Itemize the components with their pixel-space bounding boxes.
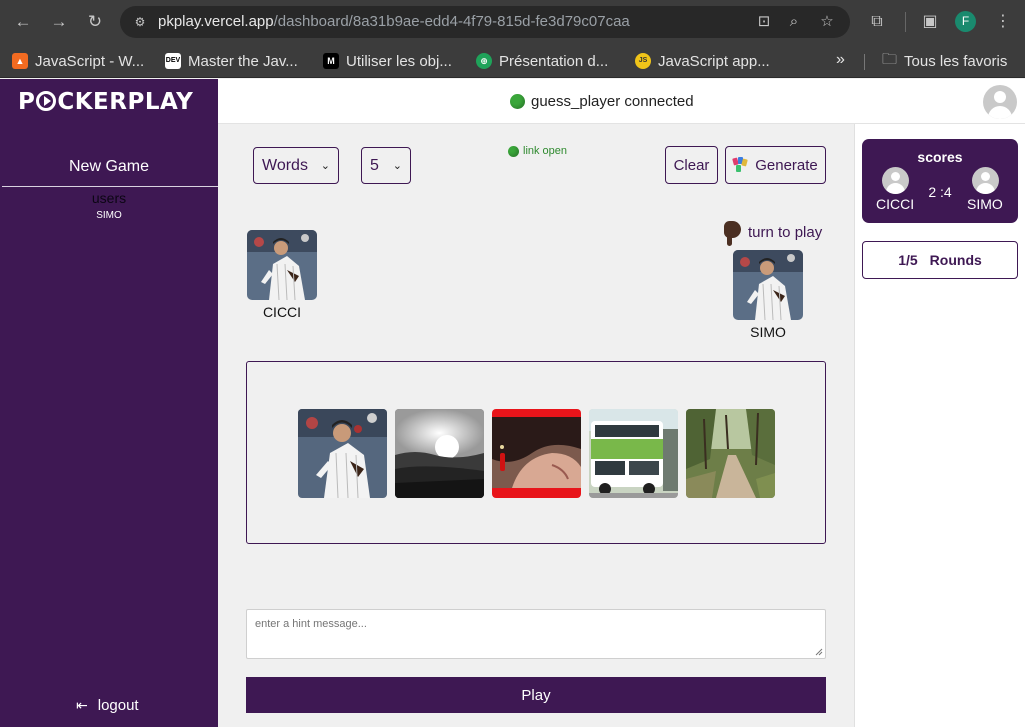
zoom-icon[interactable]: ⌕	[784, 12, 804, 32]
link-status: link open	[508, 145, 567, 157]
card-sunset-field[interactable]	[395, 409, 484, 498]
browser-toolbar: ← → ↻ ⚙ pkplay.vercel.app/dashboard/8a31…	[0, 0, 1025, 44]
chevron-down-icon: ⌄	[392, 160, 402, 172]
card-double-decker-bus[interactable]	[589, 409, 678, 498]
count-select[interactable]: 5 ⌄	[361, 147, 411, 184]
bookmark-item[interactable]: ⊕ Présentation d...	[476, 51, 608, 71]
medium-icon: M	[323, 53, 339, 69]
bookmark-item[interactable]: DEV Master the Jav...	[165, 51, 298, 71]
scores-title: scores	[917, 149, 963, 165]
bookmarks-separator	[864, 54, 865, 70]
score-player-right: SIMO	[967, 196, 1003, 212]
toolbar-separator	[905, 12, 906, 32]
online-dot-icon	[508, 145, 519, 157]
logout-button[interactable]: ⇤ logout	[76, 697, 139, 714]
scores-card: scores 2 :4 CICCI SIMO	[862, 139, 1018, 223]
rounds-fraction: 1/5	[898, 252, 918, 268]
user-list-item: SIMO	[96, 210, 122, 221]
users-heading: users	[91, 190, 127, 206]
back-arrow-icon[interactable]: ←	[12, 11, 34, 33]
site-settings-icon[interactable]: ⚙	[132, 14, 148, 30]
hint-input[interactable]	[246, 609, 826, 659]
card-forest-path[interactable]	[686, 409, 775, 498]
score-player-left: CICCI	[876, 196, 915, 212]
player-right: SIMO	[733, 250, 803, 340]
bookmarks-overflow-button[interactable]: »	[836, 51, 845, 69]
bookmark-item[interactable]: M Utiliser les obj...	[323, 51, 452, 71]
play-button[interactable]: Play	[246, 677, 826, 713]
reload-icon[interactable]: ↻	[84, 11, 106, 33]
clear-button[interactable]: Clear	[665, 146, 718, 184]
menu-kebab-icon[interactable]: ⋮	[992, 11, 1014, 33]
js-icon: JS	[635, 53, 651, 69]
connection-status: guess_player connected	[510, 93, 694, 110]
player-name: SIMO	[750, 324, 786, 340]
bookmark-item[interactable]: JS JavaScript app...	[635, 51, 770, 71]
play-ring-icon	[36, 91, 57, 111]
bookmark-star-icon[interactable]: ☆	[817, 12, 837, 32]
bookmark-item[interactable]: ▲ JavaScript - W...	[12, 51, 144, 71]
pointing-hand-icon	[718, 219, 744, 246]
player-name: CICCI	[262, 304, 302, 320]
chevron-down-icon: ⌄	[320, 160, 330, 172]
globe-icon: ⊕	[476, 53, 492, 69]
card-baseball-pitcher[interactable]	[298, 409, 387, 498]
mdn-icon: ▲	[12, 53, 28, 69]
player-photo	[733, 250, 803, 320]
player-photo	[247, 230, 317, 300]
player-left: CICCI	[247, 230, 317, 320]
mode-select[interactable]: Words ⌄	[253, 147, 339, 184]
dev-icon: DEV	[165, 53, 181, 69]
generate-button[interactable]: Generate	[725, 146, 826, 184]
cards-icon	[732, 157, 749, 173]
address-bar[interactable]: ⚙ pkplay.vercel.app/dashboard/8a31b9ae-e…	[120, 6, 850, 38]
turn-indicator: turn to play	[718, 219, 822, 246]
online-dot-icon	[510, 94, 525, 109]
rounds-counter: 1/5 Rounds	[862, 241, 1018, 279]
top-bar: guess_player connected	[218, 79, 1025, 124]
user-avatar[interactable]	[983, 85, 1017, 119]
logout-icon: ⇤	[76, 697, 88, 713]
card-woman-portrait[interactable]	[492, 409, 581, 498]
side-panel-icon[interactable]: ▣	[919, 11, 941, 33]
forward-arrow-icon[interactable]: →	[48, 11, 70, 33]
all-bookmarks-folder[interactable]: 🗀 Tous les favoris	[882, 51, 1007, 71]
app-logo[interactable]: P CKERPLAY	[18, 89, 193, 115]
url-text[interactable]: pkplay.vercel.app/dashboard/8a31b9ae-edd…	[158, 13, 630, 30]
rounds-label: Rounds	[929, 252, 982, 268]
sidebar-divider	[2, 186, 218, 187]
install-app-icon[interactable]: ⊡	[754, 12, 774, 32]
card-board	[246, 361, 826, 544]
bookmarks-bar: ▲ JavaScript - W... DEV Master the Jav... …	[0, 44, 1025, 78]
folder-icon: 🗀	[882, 50, 898, 68]
profile-avatar[interactable]: F	[955, 11, 976, 32]
new-game-button[interactable]: New Game	[0, 158, 218, 176]
sidebar: P CKERPLAY New Game users SIMO ⇤ logout	[0, 79, 218, 727]
resize-grip-icon[interactable]	[815, 648, 823, 656]
extensions-icon[interactable]: ⧉	[866, 11, 888, 33]
